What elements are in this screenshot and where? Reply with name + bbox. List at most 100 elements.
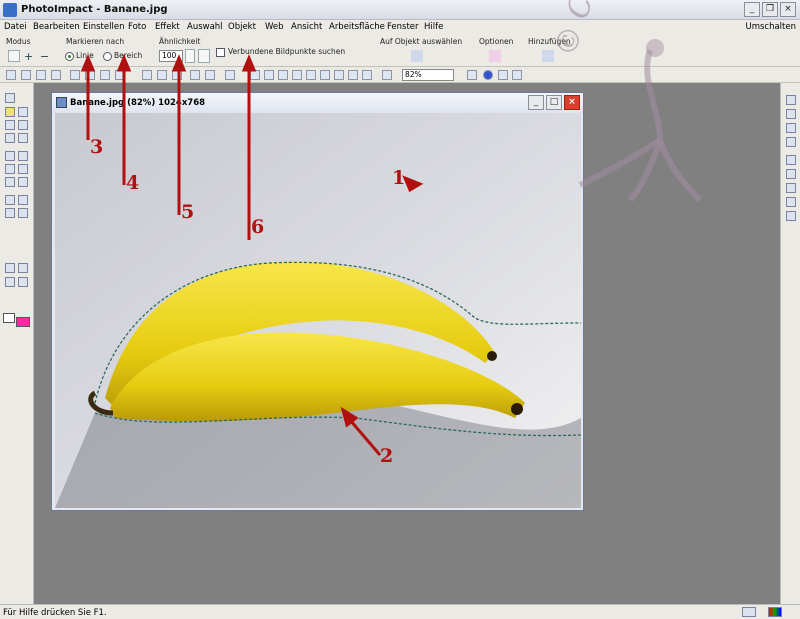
save-icon[interactable] <box>51 70 61 80</box>
effect-5-icon[interactable] <box>306 70 316 80</box>
menu-fenster[interactable]: Fenster <box>387 22 419 32</box>
cut-icon[interactable] <box>142 70 152 80</box>
eyedropper-tool-icon[interactable] <box>18 195 28 205</box>
effect-2-icon[interactable] <box>264 70 274 80</box>
scan-icon[interactable] <box>85 70 95 80</box>
effect-4-icon[interactable] <box>292 70 302 80</box>
effect-8-icon[interactable] <box>348 70 358 80</box>
radio-linie-label[interactable]: Linie <box>76 51 94 60</box>
effect-1-icon[interactable] <box>250 70 260 80</box>
hinzufuegen-icon[interactable] <box>542 50 554 62</box>
doc-minimize-button[interactable]: _ <box>528 95 544 110</box>
panel-web-icon[interactable] <box>786 169 796 179</box>
tool-panel <box>0 83 34 604</box>
preview-icon[interactable] <box>18 277 28 287</box>
aehnlichkeit-dropdown-icon[interactable] <box>198 49 210 63</box>
close-button[interactable]: × <box>780 2 796 17</box>
copy-icon[interactable] <box>157 70 167 80</box>
pick-tool-icon[interactable] <box>5 93 15 103</box>
shape-tool-icon[interactable] <box>18 208 28 218</box>
crop-tool-icon[interactable] <box>5 133 15 143</box>
effect-7-icon[interactable] <box>334 70 344 80</box>
doc-maximize-button[interactable]: □ <box>546 95 562 110</box>
radio-bereich[interactable] <box>103 52 112 61</box>
foreground-color-swatch[interactable] <box>3 313 15 323</box>
menu-einstellen[interactable]: Einstellen <box>83 22 124 32</box>
verbundene-bildpunkte-label[interactable]: Verbundene Bildpunkte suchen <box>228 47 345 56</box>
menu-foto[interactable]: Foto <box>128 22 146 32</box>
radio-linie[interactable] <box>65 52 74 61</box>
aehnlichkeit-spinner[interactable] <box>185 49 195 63</box>
menu-arbeitsflaeche[interactable]: Arbeitsfläche <box>329 22 385 32</box>
undo-icon[interactable] <box>190 70 200 80</box>
view-icon[interactable] <box>5 277 15 287</box>
open-file-icon[interactable] <box>21 70 31 80</box>
effect-3-icon[interactable] <box>278 70 288 80</box>
redo-icon[interactable] <box>205 70 215 80</box>
display-mode-icon[interactable] <box>225 70 235 80</box>
effect-9-icon[interactable] <box>362 70 372 80</box>
panel-brush-icon[interactable] <box>786 137 796 147</box>
effect-6-icon[interactable] <box>320 70 330 80</box>
restore-button[interactable]: ❐ <box>762 2 778 17</box>
auf-objekt-icon[interactable] <box>411 50 423 62</box>
open-folder-icon[interactable] <box>36 70 46 80</box>
photoimpact-app-icon[interactable] <box>3 3 17 17</box>
menu-web[interactable]: Web <box>265 22 284 32</box>
magic-wand-tool-icon[interactable] <box>5 107 15 117</box>
minimize-button[interactable]: _ <box>744 2 760 17</box>
mode-subtract-icon[interactable]: − <box>40 50 52 63</box>
menu-objekt[interactable]: Objekt <box>228 22 256 32</box>
paste-icon[interactable] <box>172 70 182 80</box>
umschalten-button[interactable]: Umschalten <box>745 22 796 32</box>
print-icon[interactable] <box>70 70 80 80</box>
lasso-tool-icon[interactable] <box>18 107 28 117</box>
menu-effekt[interactable]: Effekt <box>155 22 180 32</box>
mode-add-icon[interactable]: + <box>24 50 36 63</box>
zoom-select[interactable]: 82% <box>402 69 454 81</box>
radio-bereich-label[interactable]: Bereich <box>114 51 142 60</box>
transform-tool-icon[interactable] <box>5 120 15 130</box>
verbundene-bildpunkte-checkbox[interactable] <box>216 48 225 57</box>
document-window[interactable]: Banane.jpg (82%) 1024x768 _ □ × <box>51 92 584 511</box>
menu-bearbeiten[interactable]: Bearbeiten <box>33 22 80 32</box>
fit-window-icon[interactable] <box>382 70 392 80</box>
panel-objects-icon[interactable] <box>786 123 796 133</box>
panel-effects-icon[interactable] <box>786 155 796 165</box>
text-tool-icon[interactable] <box>18 120 28 130</box>
print-preview-icon[interactable] <box>100 70 110 80</box>
help-icon[interactable] <box>483 70 493 80</box>
panel-info-icon[interactable] <box>786 211 796 221</box>
panel-icon[interactable] <box>18 263 28 273</box>
gradient-tool-icon[interactable] <box>18 177 28 187</box>
path-tool-icon[interactable] <box>18 133 28 143</box>
zoom-tool-icon[interactable] <box>5 195 15 205</box>
menu-datei[interactable]: Datei <box>4 22 27 32</box>
optionen-icon[interactable] <box>489 50 501 62</box>
fill-tool-icon[interactable] <box>5 177 15 187</box>
new-file-icon[interactable] <box>6 70 16 80</box>
menu-auswahl[interactable]: Auswahl <box>187 22 223 32</box>
annotation-label-5: 5 <box>181 201 195 223</box>
aehnlichkeit-input[interactable]: 100 <box>159 50 183 62</box>
paint-tool-icon[interactable] <box>5 151 15 161</box>
panel-history-icon[interactable] <box>786 197 796 207</box>
window-1-icon[interactable] <box>498 70 508 80</box>
stamp-tool-icon[interactable] <box>5 208 15 218</box>
window-2-icon[interactable] <box>512 70 522 80</box>
menu-hilfe[interactable]: Hilfe <box>424 22 443 32</box>
document-title-bar[interactable]: Banane.jpg (82%) 1024x768 _ □ × <box>52 93 583 113</box>
zoom-in-icon[interactable] <box>467 70 477 80</box>
panel-animation-icon[interactable] <box>786 183 796 193</box>
clone-tool-icon[interactable] <box>5 164 15 174</box>
retouch-tool-icon[interactable] <box>18 151 28 161</box>
grid-icon[interactable] <box>5 263 15 273</box>
mode-new-icon[interactable] <box>8 50 20 62</box>
panel-easypalette-icon[interactable] <box>786 109 796 119</box>
camera-icon[interactable] <box>115 70 125 80</box>
background-color-swatch[interactable] <box>16 317 30 327</box>
menu-ansicht[interactable]: Ansicht <box>291 22 322 32</box>
doc-close-button[interactable]: × <box>564 95 580 110</box>
eraser-tool-icon[interactable] <box>18 164 28 174</box>
panel-layers-icon[interactable] <box>786 95 796 105</box>
